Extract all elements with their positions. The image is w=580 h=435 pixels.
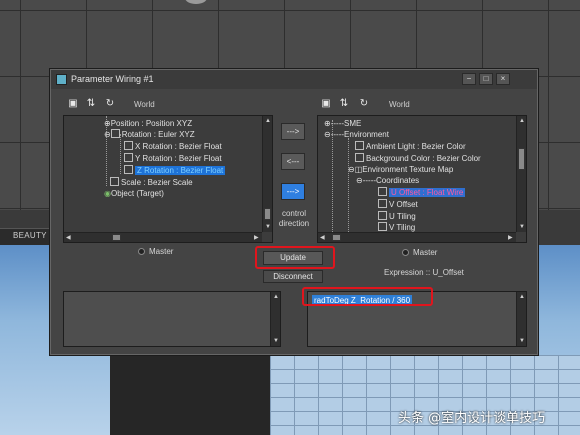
tree-item-selected[interactable]: U Offset : Float Wire — [378, 187, 466, 198]
wire-left-button[interactable]: <--- — [281, 153, 305, 170]
right-tree-vscrollbar[interactable]: ▲ ▼ — [516, 116, 526, 232]
controller-icon — [124, 153, 133, 162]
collapse-minus-icon[interactable]: ⊖ — [104, 130, 111, 139]
close-button[interactable]: × — [496, 73, 510, 85]
left-master-radio[interactable] — [138, 248, 145, 255]
tree-item[interactable]: ⊖-----Coordinates — [356, 175, 419, 186]
beauty-tab[interactable]: BEAUTY — [13, 231, 47, 240]
expand-plus-icon[interactable]: ⊕ — [324, 119, 331, 128]
collapse-minus-icon[interactable]: ⊖ — [356, 176, 363, 185]
collapse-minus-icon[interactable]: ⊖ — [348, 165, 355, 174]
folder-icon[interactable]: ▣ — [319, 97, 333, 110]
control-direction-label: control direction — [278, 209, 310, 228]
right-world-label: World — [389, 100, 410, 109]
tree-item[interactable]: Y Rotation : Bezier Float — [124, 153, 222, 164]
tree-item[interactable]: ⊖ Rotation : Euler XYZ — [104, 129, 195, 140]
controller-icon — [378, 211, 387, 220]
expand-icon[interactable]: ⇅ — [84, 97, 98, 110]
tree-item[interactable]: Background Color : Bezier Color — [355, 153, 481, 164]
controller-icon — [355, 141, 364, 150]
wire-right-button[interactable]: ---> — [281, 183, 305, 200]
controller-icon — [110, 129, 120, 138]
tree-item-selected[interactable]: Z Rotation : Bezier Float — [124, 165, 226, 176]
app-icon — [56, 74, 67, 85]
update-highlight-box — [255, 246, 335, 269]
tree-item[interactable]: Ambient Light : Bezier Color — [355, 141, 466, 152]
folder-icon[interactable]: ▣ — [66, 97, 80, 110]
left-world-label: World — [134, 100, 155, 109]
expression-highlight-box — [302, 287, 433, 306]
tree-item[interactable]: ⊖◫Environment Texture Map — [348, 164, 453, 175]
left-tree-view[interactable]: ⊕Position : Position XYZ ⊖ Rotation : Eul… — [63, 115, 273, 243]
right-tree-view[interactable]: ⊕-----SME ⊖-----Environment Ambient Ligh… — [317, 115, 527, 243]
wire-right-to-left-button[interactable]: ---> — [281, 123, 305, 140]
controller-icon — [124, 141, 133, 150]
expand-plus-icon[interactable]: ⊕ — [104, 119, 111, 128]
tree-item[interactable]: Scale : Bezier Scale — [110, 177, 193, 188]
controller-icon — [124, 165, 133, 174]
parameter-wiring-dialog: Parameter Wiring #1 − □ × ▣ ⇅ ↻ World ▣ … — [49, 68, 539, 356]
controller-icon — [355, 153, 364, 162]
controller-icon — [378, 199, 387, 208]
right-tree-hscrollbar[interactable]: ◀ ▶ — [318, 232, 516, 242]
controller-icon — [378, 187, 387, 196]
collapse-minus-icon[interactable]: ⊖ — [324, 130, 331, 139]
left-tree-vscrollbar[interactable]: ▲ ▼ — [262, 116, 272, 232]
tree-item[interactable]: V Offset — [378, 199, 418, 210]
left-tree-hscrollbar[interactable]: ◀ ▶ — [64, 232, 262, 242]
watermark: 头条 @室内设计谈单技巧 — [398, 411, 546, 426]
minimize-button[interactable]: − — [462, 73, 476, 85]
tree-item[interactable]: U Tiling — [378, 211, 416, 222]
controller-icon — [110, 177, 119, 186]
tree-item[interactable]: ⊕Position : Position XYZ — [104, 118, 192, 129]
refresh-icon[interactable]: ↻ — [103, 97, 117, 110]
right-master-radio[interactable] — [402, 249, 409, 256]
title-bar[interactable]: Parameter Wiring #1 − □ × — [51, 70, 537, 89]
tree-item[interactable]: ⊕-----SME — [324, 118, 361, 129]
maximize-button[interactable]: □ — [479, 73, 493, 85]
left-expression-textarea[interactable]: ▲ ▼ — [63, 291, 281, 347]
expand-icon[interactable]: ⇅ — [337, 97, 351, 110]
tree-item[interactable]: ⊖-----Environment — [324, 129, 389, 140]
dialog-title: Parameter Wiring #1 — [71, 74, 154, 84]
controller-icon — [378, 222, 387, 231]
expression-label: Expression :: U_Offset — [384, 268, 464, 277]
left-master-label: Master — [149, 247, 174, 256]
tree-item[interactable]: ◉Object (Target) — [104, 188, 164, 199]
object-icon: ◉ — [104, 189, 111, 198]
refresh-icon[interactable]: ↻ — [357, 97, 371, 110]
tree-item[interactable]: X Rotation : Bezier Float — [124, 141, 222, 152]
disconnect-button[interactable]: Disconnect — [263, 270, 323, 283]
right-master-label: Master — [413, 248, 438, 257]
